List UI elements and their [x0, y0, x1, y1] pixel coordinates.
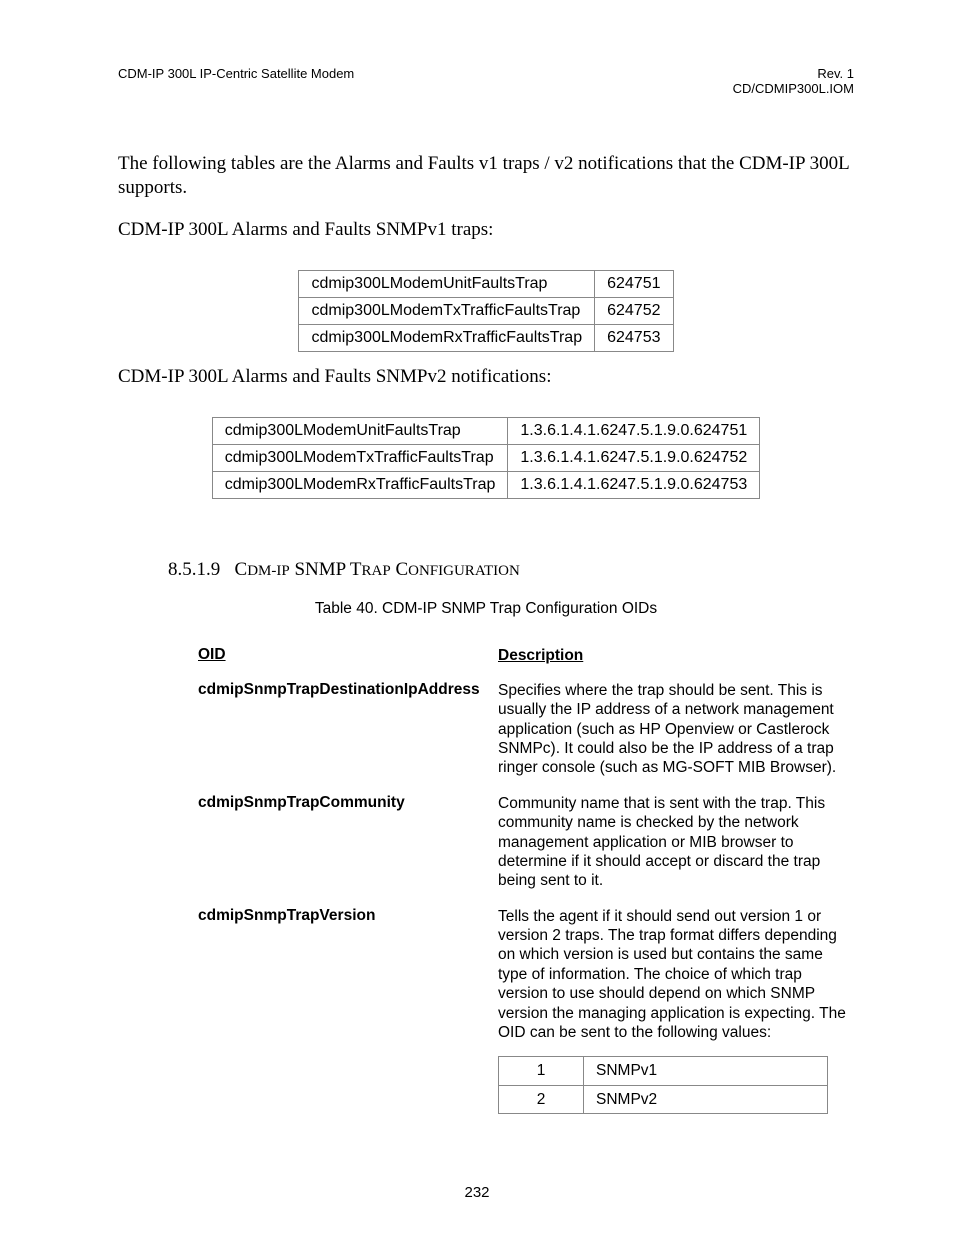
- table-row: cdmip300LModemUnitFaultsTrap1.3.6.1.4.1.…: [212, 417, 760, 444]
- header-left: CDM-IP 300L IP-Centric Satellite Modem: [118, 66, 354, 96]
- section-title: Cdm-ip SNMP Trap Configuration: [235, 559, 520, 580]
- v1-traps-table: cdmip300LModemUnitFaultsTrap624751 cdmip…: [298, 270, 673, 352]
- table-row: cdmip300LModemUnitFaultsTrap624751: [299, 270, 673, 297]
- document-page: CDM-IP 300L IP-Centric Satellite Modem R…: [0, 0, 954, 1235]
- table-row: cdmip300LModemTxTrafficFaultsTrap1.3.6.1…: [212, 444, 760, 471]
- page-header: CDM-IP 300L IP-Centric Satellite Modem R…: [118, 66, 854, 96]
- table-row: 2SNMPv2: [499, 1085, 828, 1113]
- table-row: 1SNMPv1: [499, 1057, 828, 1085]
- header-right: Rev. 1 CD/CDMIP300L.IOM: [733, 66, 854, 96]
- desc-col-header: Description: [498, 646, 854, 665]
- trap-version-values-table: 1SNMPv1 2SNMPv2: [498, 1056, 828, 1114]
- oid-col-header: OID: [198, 646, 498, 665]
- oid-row: cdmipSnmpTrapCommunity Community name th…: [198, 794, 854, 891]
- table-row: cdmip300LModemRxTrafficFaultsTrap1.3.6.1…: [212, 471, 760, 498]
- v2-heading: CDM-IP 300L Alarms and Faults SNMPv2 not…: [118, 366, 854, 388]
- page-number: 232: [0, 1184, 954, 1201]
- oid-configuration-table: OID Description cdmipSnmpTrapDestination…: [198, 646, 854, 1115]
- v1-heading: CDM-IP 300L Alarms and Faults SNMPv1 tra…: [118, 219, 854, 241]
- oid-header-row: OID Description: [198, 646, 854, 665]
- oid-values-row: 1SNMPv1 2SNMPv2: [198, 1048, 854, 1114]
- table-caption: Table 40. CDM-IP SNMP Trap Configuration…: [118, 600, 854, 618]
- v2-notifications-table: cdmip300LModemUnitFaultsTrap1.3.6.1.4.1.…: [212, 417, 761, 499]
- section-heading: 8.5.1.9 Cdm-ip SNMP Trap Configuration: [168, 559, 854, 581]
- table-row: cdmip300LModemRxTrafficFaultsTrap624753: [299, 324, 673, 351]
- intro-paragraph: The following tables are the Alarms and …: [118, 152, 854, 200]
- oid-row: cdmipSnmpTrapDestinationIpAddress Specif…: [198, 681, 854, 778]
- oid-row: cdmipSnmpTrapVersion Tells the agent if …: [198, 907, 854, 1043]
- table-row: cdmip300LModemTxTrafficFaultsTrap624752: [299, 297, 673, 324]
